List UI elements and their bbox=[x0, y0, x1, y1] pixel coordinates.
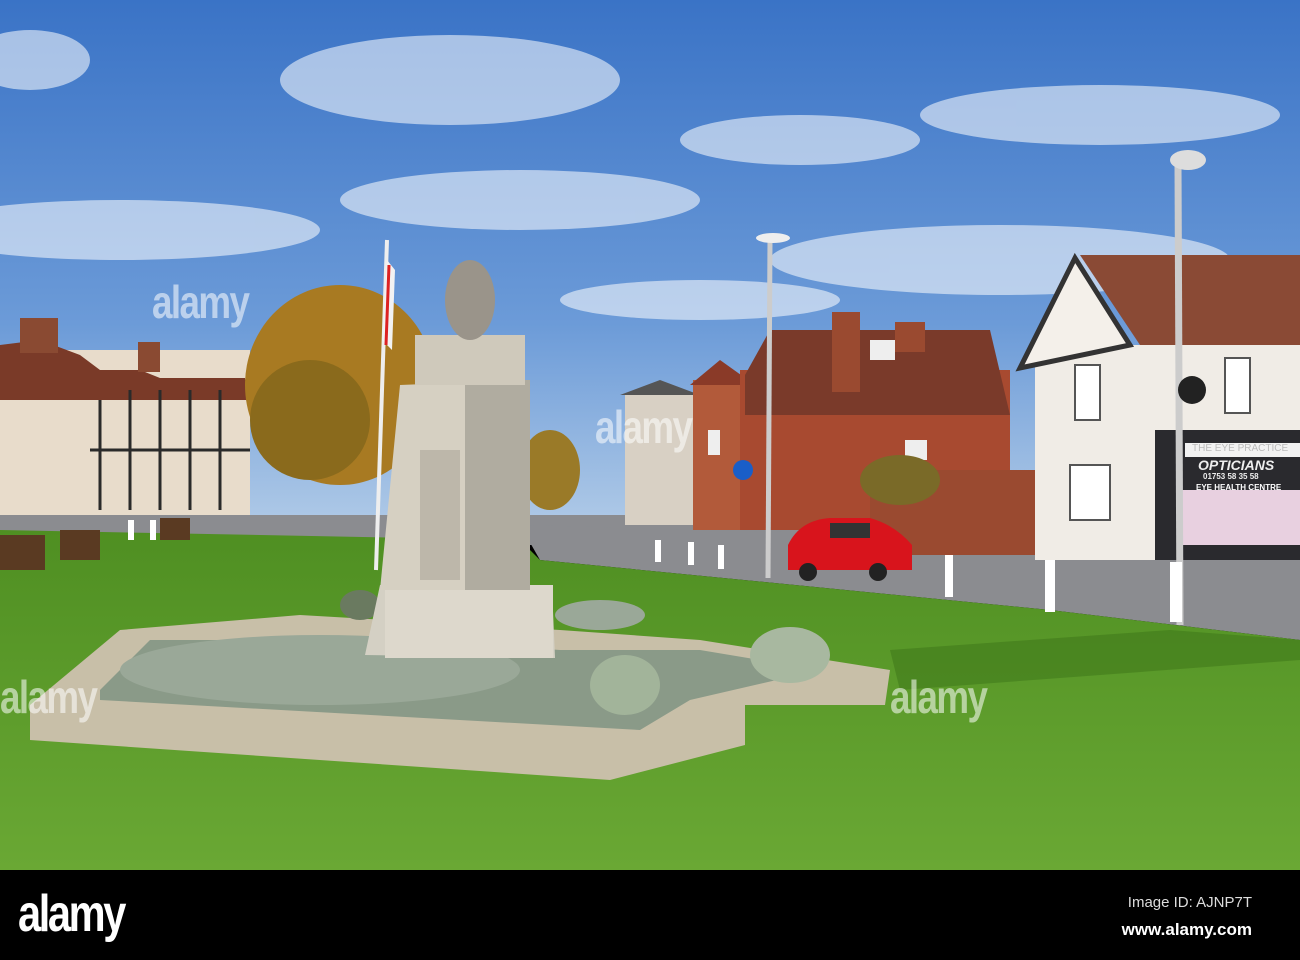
opticians-building bbox=[1015, 252, 1300, 560]
image-id: Image ID: AJNP7T bbox=[1127, 894, 1252, 911]
shop-sign-subtitle: EYE HEALTH CENTRE bbox=[1196, 483, 1282, 492]
watermark: alamy bbox=[152, 276, 250, 328]
alamy-logo[interactable]: alamy bbox=[18, 884, 126, 944]
shop-sign-top: THE EYE PRACTICE bbox=[1192, 443, 1289, 454]
shop-sign-phone: 01753 58 35 58 bbox=[1203, 472, 1259, 481]
watermark: alamy bbox=[595, 401, 693, 453]
site-url[interactable]: www.alamy.com bbox=[1122, 920, 1252, 940]
watermark: alamy bbox=[890, 671, 988, 723]
shop-sign-name: OPTICIANS bbox=[1198, 457, 1275, 473]
road-sign bbox=[733, 460, 753, 480]
footer-bar: alamy Image ID: AJNP7T www.alamy.com bbox=[0, 870, 1300, 960]
watermark: alamy bbox=[0, 671, 98, 723]
